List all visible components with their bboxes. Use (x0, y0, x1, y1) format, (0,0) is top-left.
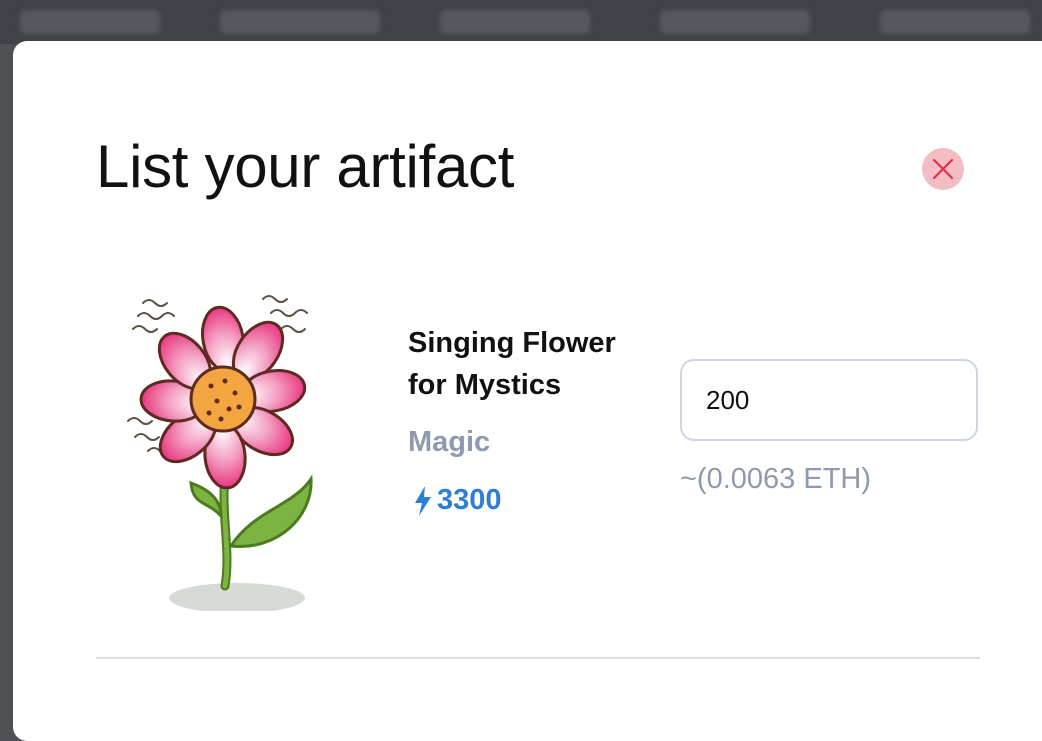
modal-title: List your artifact (96, 133, 515, 200)
lightning-bolt-icon (415, 485, 431, 516)
singing-flower-illustration (127, 295, 313, 611)
eth-estimate: ~(0.0063 ETH) (680, 463, 872, 495)
background-nav-item (880, 10, 1030, 34)
artifact-power: 3300 (414, 484, 502, 517)
background-nav-item (220, 10, 380, 34)
background-page (0, 0, 1042, 44)
artifact-category: Magic (408, 426, 491, 458)
background-nav-item (440, 10, 590, 34)
artifact-name: Singing Flower for Mystics (408, 327, 616, 401)
close-button[interactable] (922, 148, 964, 190)
list-artifact-modal: List your artifact Singing Flower for My… (13, 41, 1042, 741)
background-nav-item (20, 10, 160, 34)
artifact-power-value: 3300 (437, 484, 502, 516)
divider (96, 657, 980, 659)
close-icon (932, 158, 954, 180)
price-input[interactable] (680, 359, 978, 441)
background-nav-item (660, 10, 810, 34)
